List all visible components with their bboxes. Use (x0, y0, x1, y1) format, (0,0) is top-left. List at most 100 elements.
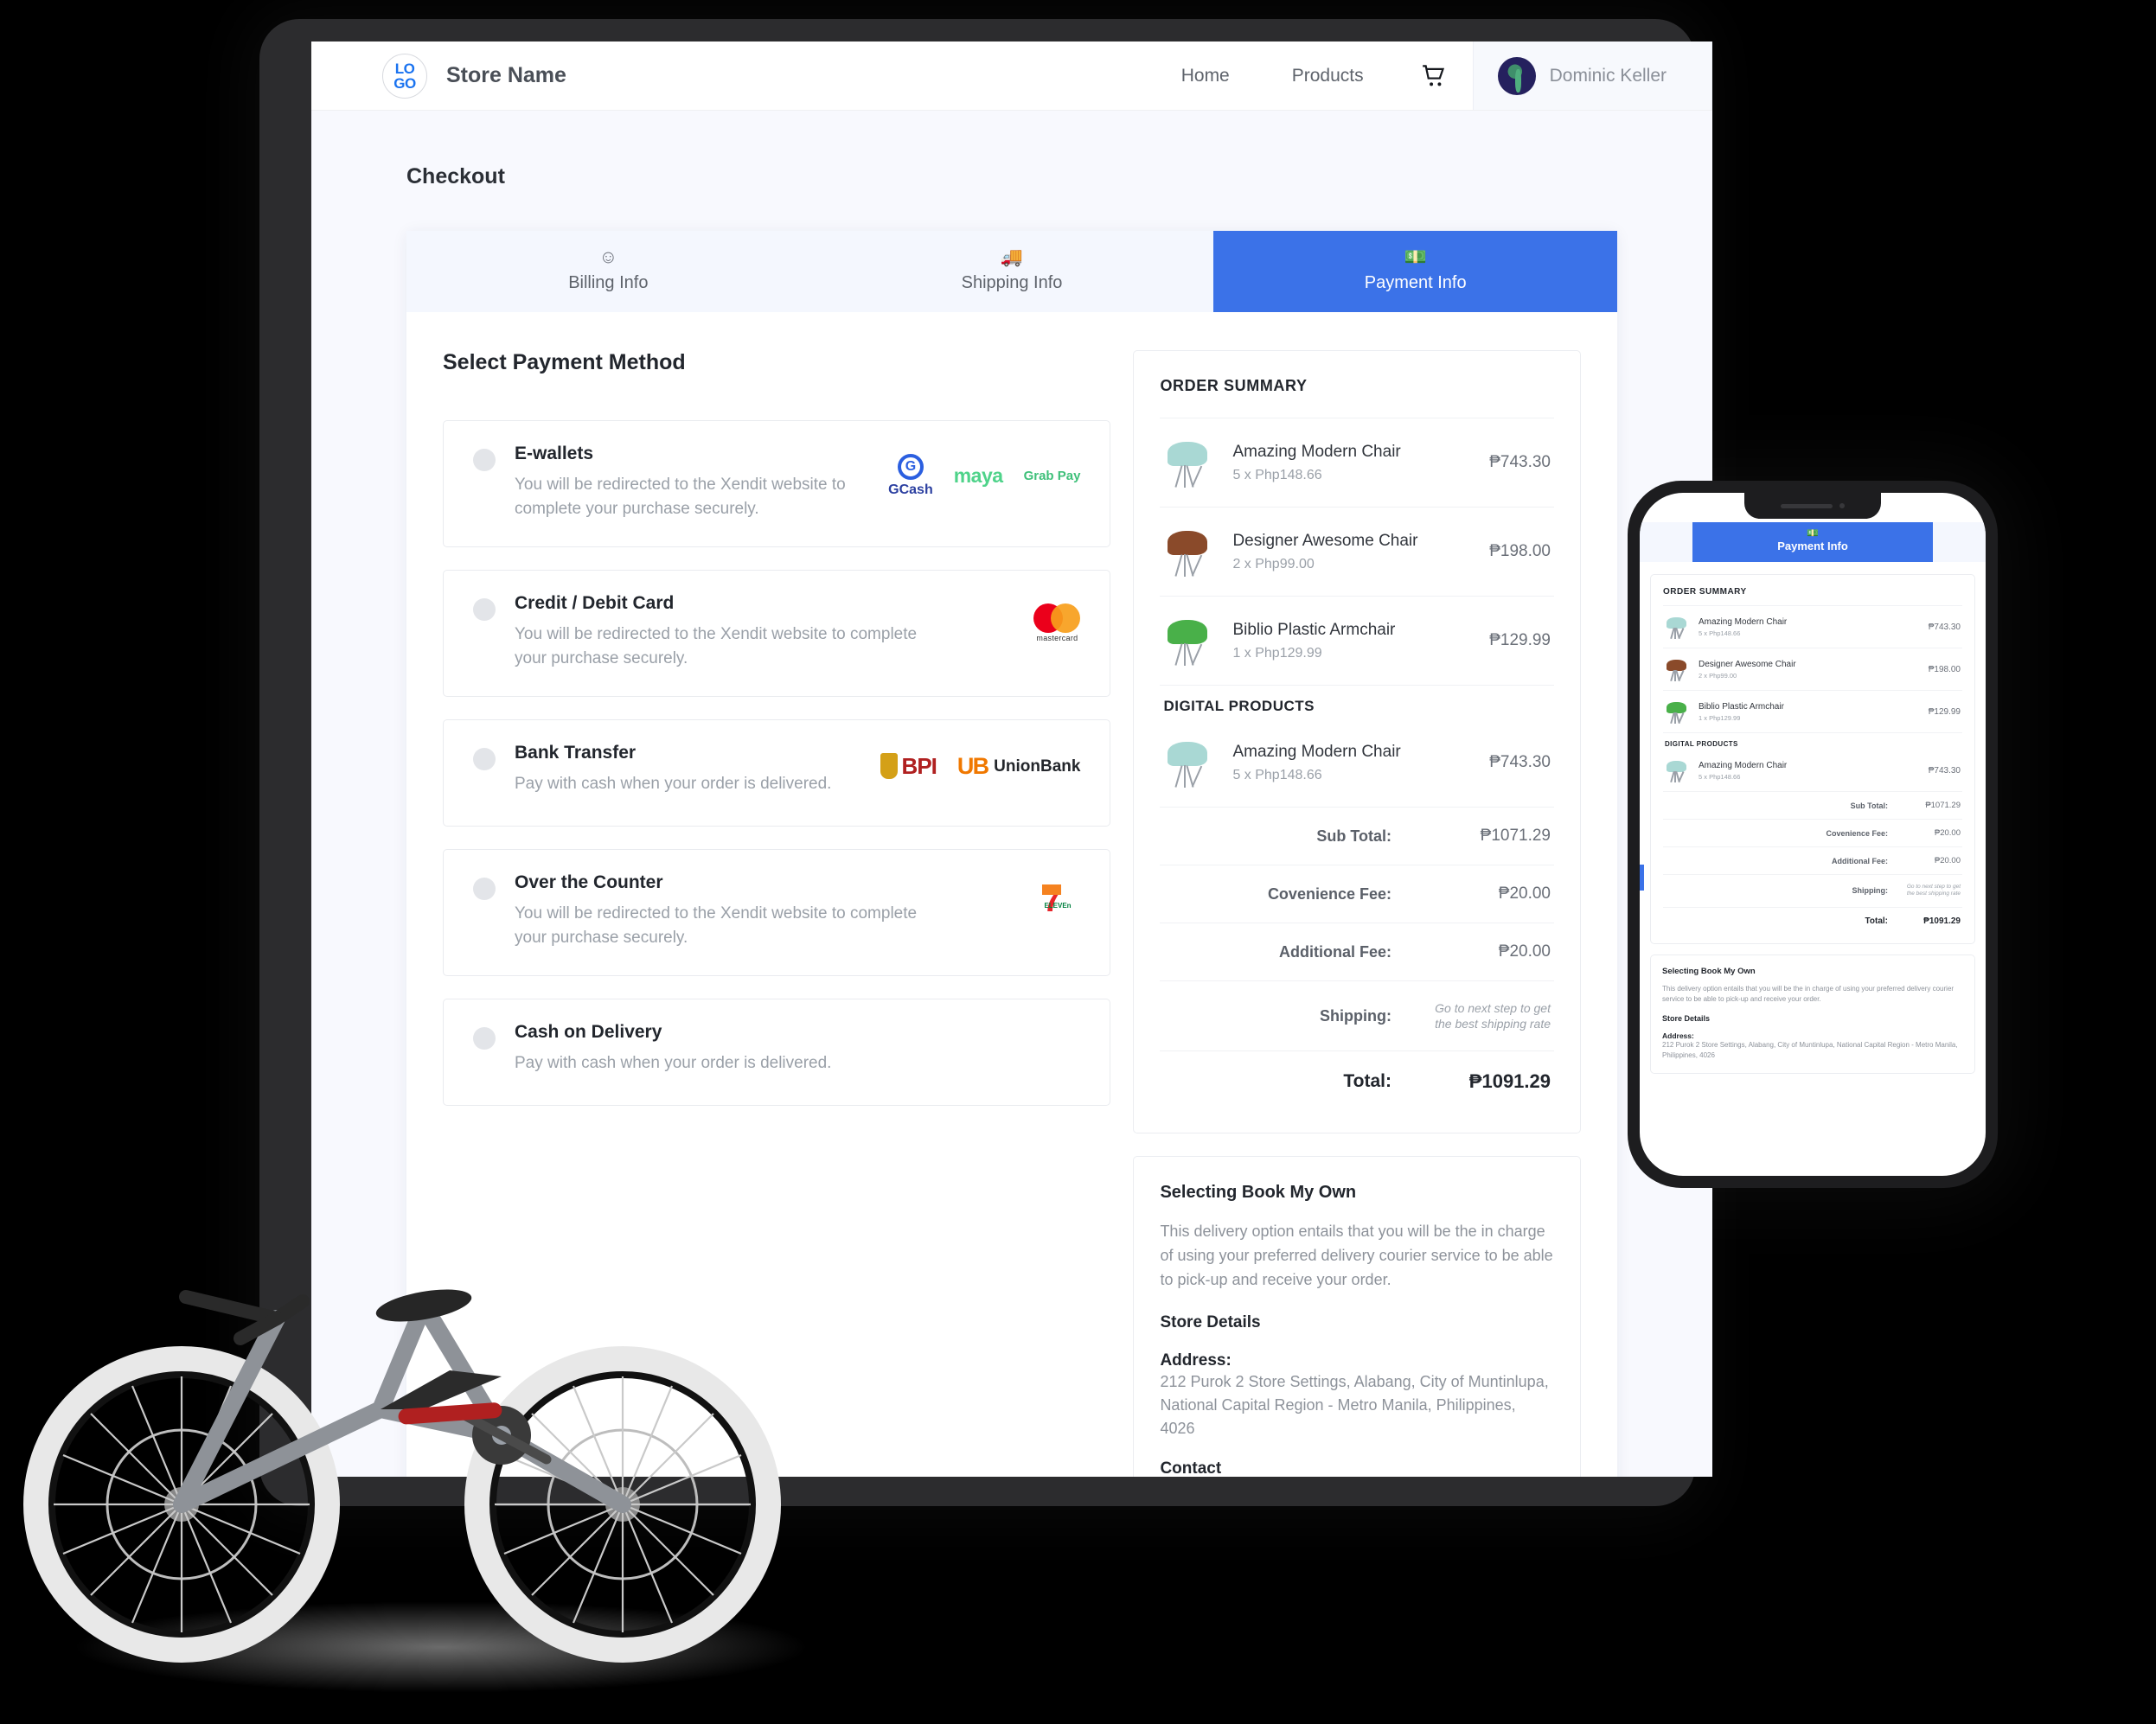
shopping-cart-icon[interactable] (1395, 64, 1473, 88)
product-qty: 5 x Php148.66 (1232, 467, 1322, 482)
product-price: ₱198.00 (1928, 664, 1961, 674)
radio-over-the-counter[interactable] (473, 878, 496, 901)
payment-method-title: Cash on Delivery (515, 1022, 662, 1043)
contact-label: Contact (1160, 1459, 1222, 1477)
payment-method-ewallets[interactable]: E-wallets You will be redirected to the … (443, 420, 1111, 548)
site-header: LO GO Store Name Home Products Dominic K… (311, 42, 1712, 111)
payment-method-desc: Pay with cash when your order is deliver… (515, 1054, 832, 1073)
screenshot-stage: LO GO Store Name Home Products Dominic K… (0, 0, 2156, 1724)
mobile-totals-row-shipping: Shipping: Go to next step to get the bes… (1663, 874, 1962, 907)
phone-notch (1744, 493, 1881, 519)
product-qty: 1 x Php129.99 (1232, 645, 1322, 661)
logo-text-top: LO (394, 60, 415, 77)
total-label: Additional Fee: (1832, 856, 1888, 865)
totals-row-shipping: Shipping: Go to next step to get the bes… (1160, 981, 1554, 1050)
mobile-device-frame: 💵 Payment Info ORDER SUMMARY Amazing Mod… (1628, 481, 1998, 1188)
totals-row-additional-fee: Additional Fee: ₱20.00 (1160, 923, 1554, 980)
total-value: ₱20.00 (1934, 856, 1961, 865)
product-qty: 2 x Php99.00 (1232, 556, 1315, 571)
unionbank-icon: U B UnionBank (956, 752, 1081, 779)
mobile-address-value: 212 Purok 2 Store Settings, Alabang, Cit… (1662, 1040, 1958, 1059)
mobile-totals-row-grand-total: Total: ₱1091.29 (1663, 906, 1962, 935)
maya-label: maya (953, 463, 1003, 487)
product-thumbnail (1163, 436, 1217, 489)
payment-method-bank-transfer[interactable]: Bank Transfer Pay with cash when your or… (443, 719, 1111, 827)
mobile-delivery-info-card: Selecting Book My Own This delivery opti… (1650, 954, 1975, 1074)
product-name: Amazing Modern Chair (1699, 616, 1788, 627)
tab-shipping-label: Shipping Info (961, 273, 1063, 292)
grand-total-label: Total: (1343, 1071, 1391, 1092)
digital-products-heading: DIGITAL PRODUCTS (1163, 698, 1315, 714)
tab-billing-info[interactable]: ☺ Billing Info (406, 231, 810, 312)
total-label: Covenience Fee: (1267, 884, 1391, 903)
delivery-info-card: Selecting Book My Own This delivery opti… (1133, 1156, 1581, 1477)
brand[interactable]: LO GO Store Name (382, 53, 566, 99)
payment-logos: 7 ELEVEn (1042, 872, 1080, 921)
mobile-checkout-steps: 💵 Payment Info (1640, 522, 1986, 562)
payment-method-desc: Pay with cash when your order is deliver… (515, 775, 832, 794)
payment-method-cash-on-delivery[interactable]: Cash on Delivery Pay with cash when your… (443, 999, 1111, 1107)
mobile-totals-row-additional-fee: Additional Fee: ₱20.00 (1663, 846, 1962, 874)
grabpay-label: Grab Pay (1023, 468, 1081, 483)
nav-item-home[interactable]: Home (1150, 66, 1261, 86)
mobile-address-label: Address: (1662, 1031, 1694, 1040)
mobile-order-item-row: Biblio Plastic Armchair 1 x Php129.99 ₱1… (1663, 690, 1962, 732)
nav-item-products[interactable]: Products (1261, 66, 1395, 86)
total-value: Go to next step to get the best shipping… (1435, 1001, 1551, 1031)
order-summary-column: ORDER SUMMARY Amazing Modern Chair 5 x P… (1133, 350, 1581, 1477)
payment-logos: G GCash maya Grab Pay (888, 444, 1080, 497)
totals-row-subtotal: Sub Total: ₱1071.29 (1160, 808, 1554, 865)
mobile-tab-payment-info[interactable]: 💵 Payment Info (1692, 522, 1933, 562)
grand-total-label: Total: (1865, 916, 1888, 926)
payment-method-over-the-counter[interactable]: Over the Counter You will be redirected … (443, 849, 1111, 977)
store-name: Store Name (446, 63, 566, 87)
payment-method-card[interactable]: Credit / Debit Card You will be redirect… (443, 570, 1111, 698)
user-name: Dominic Keller (1549, 65, 1667, 86)
radio-bank-transfer[interactable] (473, 748, 496, 771)
radio-credit-debit-card[interactable] (473, 598, 496, 622)
user-menu[interactable]: Dominic Keller (1472, 42, 1712, 110)
total-value: ₱1071.29 (1925, 801, 1961, 810)
mobile-order-summary-heading: ORDER SUMMARY (1663, 587, 1747, 597)
mobile-store-details-heading: Store Details (1662, 1013, 1711, 1023)
tab-billing-label: Billing Info (568, 273, 649, 292)
bicycle-image (17, 1150, 848, 1669)
product-price: ₱743.30 (1489, 753, 1551, 771)
product-thumbnail (1665, 614, 1691, 640)
checkout-steps: ☺ Billing Info 🚚 Shipping Info 💵 Payment… (406, 231, 1618, 312)
tab-shipping-info[interactable]: 🚚 Shipping Info (809, 231, 1214, 312)
order-item-row: Amazing Modern Chair 5 x Php148.66 ₱743.… (1160, 418, 1554, 507)
product-name: Biblio Plastic Armchair (1699, 701, 1784, 712)
total-label: Shipping: (1852, 886, 1889, 896)
total-label: Covenience Fee: (1826, 828, 1888, 838)
total-label: Sub Total: (1850, 801, 1888, 810)
total-label: Additional Fee: (1279, 942, 1391, 961)
tab-payment-info[interactable]: 💵 Payment Info (1213, 231, 1618, 312)
mobile-order-item-row: Amazing Modern Chair 5 x Php148.66 ₱743.… (1663, 605, 1962, 648)
mobile-totals-row-convenience-fee: Covenience Fee: ₱20.00 (1663, 819, 1962, 846)
product-price: ₱743.30 (1928, 765, 1961, 776)
total-value: Go to next step to get the best shipping… (1906, 884, 1961, 897)
store-details-heading: Store Details (1160, 1313, 1261, 1332)
radio-cash-on-delivery[interactable] (473, 1027, 496, 1050)
mobile-page-body: 💵 Payment Info ORDER SUMMARY Amazing Mod… (1640, 493, 1986, 1176)
product-name: Amazing Modern Chair (1232, 742, 1401, 761)
product-price: ₱129.99 (1489, 631, 1551, 649)
avatar (1497, 56, 1536, 95)
payment-method-desc: You will be redirected to the Xendit web… (515, 476, 846, 518)
order-item-row: Designer Awesome Chair 2 x Php99.00 ₱198… (1160, 508, 1554, 596)
payment-method-title: E-wallets (515, 444, 594, 463)
radio-ewallets[interactable] (473, 449, 496, 471)
mobile-totals-row-subtotal: Sub Total: ₱1071.29 (1663, 791, 1962, 819)
product-thumbnail (1163, 614, 1217, 667)
order-summary-card: ORDER SUMMARY Amazing Modern Chair 5 x P… (1133, 350, 1581, 1134)
product-thumbnail (1665, 656, 1691, 682)
seven-eleven-icon: 7 ELEVEn (1042, 881, 1072, 920)
total-label: Sub Total: (1316, 827, 1391, 845)
mobile-tab-payment-label: Payment Info (1777, 540, 1848, 552)
user-circle-icon: ☺ (598, 247, 618, 267)
order-summary-heading: ORDER SUMMARY (1160, 377, 1308, 394)
total-value: ₱20.00 (1498, 942, 1551, 961)
digital-item-row: Amazing Modern Chair 5 x Php148.66 ₱743.… (1160, 718, 1554, 807)
address-label: Address: (1160, 1351, 1232, 1370)
